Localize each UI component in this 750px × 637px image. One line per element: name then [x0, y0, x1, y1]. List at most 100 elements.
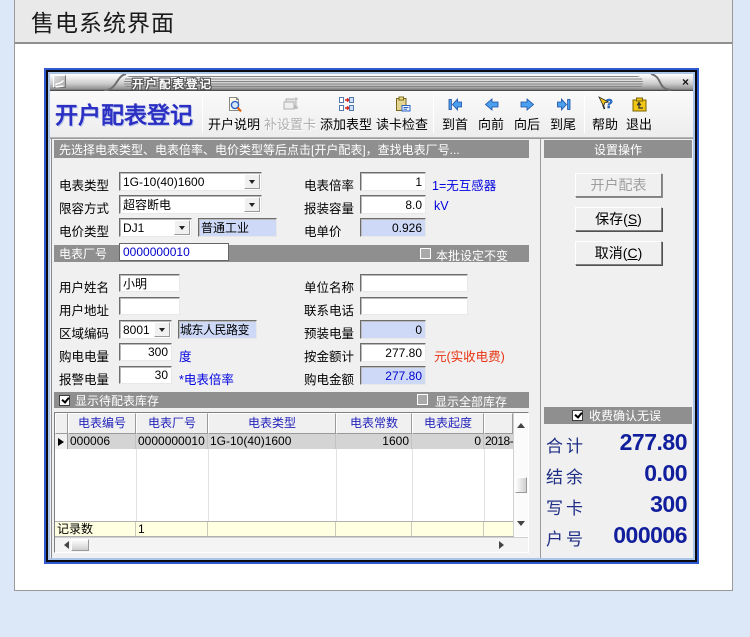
- grid-cell-start: 0: [412, 434, 484, 449]
- unit-price-field: 0.926: [360, 218, 426, 237]
- scroll-left-icon[interactable]: [60, 541, 69, 549]
- open-account-button-label: 开户配表: [591, 175, 647, 195]
- toolbar-heading: 开户配表登记: [50, 96, 199, 132]
- save-button[interactable]: 保存(S): [575, 207, 662, 231]
- meter-type-combo[interactable]: 1G-10(40)1600: [119, 172, 262, 191]
- grid-header-cell[interactable]: 电表类型: [208, 413, 336, 434]
- limit-mode-label: 限容方式: [59, 198, 109, 217]
- settings-bar-label: 设置操作: [594, 141, 642, 158]
- buy-amount-value: 277.80: [385, 369, 422, 383]
- scroll-down-icon[interactable]: [517, 521, 525, 530]
- by-amount-hint: 元(实收电费): [434, 346, 505, 365]
- capacity-input[interactable]: 8.0: [360, 195, 426, 214]
- area-name-field: 城东人民路变: [178, 320, 257, 339]
- open-account-button[interactable]: 开户配表: [575, 173, 662, 197]
- grid-footer-cell: [336, 522, 412, 536]
- by-amount-input[interactable]: 277.80: [360, 343, 426, 362]
- phone-label: 联系电话: [304, 300, 354, 319]
- scroll-up-icon[interactable]: [517, 419, 525, 428]
- chevron-down-icon[interactable]: [244, 197, 260, 212]
- grid-vertical-scrollbar[interactable]: [513, 413, 528, 536]
- toolbar-button-help[interactable]: ? 帮助: [588, 93, 622, 135]
- settings-bar: 设置操作: [544, 140, 692, 158]
- area-code-combo[interactable]: 8001: [119, 320, 172, 339]
- capacity-label: 报装容量: [304, 198, 354, 217]
- grid-header-cell[interactable]: 电表常数: [336, 413, 412, 434]
- toolbar-button-open-help[interactable]: 开户说明: [206, 93, 262, 135]
- grid-header-cell[interactable]: 电表起度: [412, 413, 484, 434]
- unit-name-input[interactable]: [360, 274, 468, 292]
- toolbar-button-add-meter-type[interactable]: 添加表型: [318, 93, 374, 135]
- toolbar-button-label: 向后: [514, 114, 540, 133]
- meter-type-label: 电表类型: [59, 175, 109, 194]
- factory-no-value: 0000000010: [123, 245, 190, 259]
- scroll-right-icon[interactable]: [499, 541, 508, 549]
- phone-input[interactable]: [360, 297, 468, 315]
- fee-confirm-checkbox[interactable]: [572, 410, 583, 421]
- toolbar-button-read-card-check[interactable]: 读卡检查: [374, 93, 430, 135]
- toolbar-button-first[interactable]: 到首: [437, 93, 473, 135]
- summary-row-total: 合计 277.80: [546, 429, 687, 453]
- summary-account-label: 户号: [546, 525, 586, 550]
- summary-card-value: 300: [650, 491, 687, 518]
- by-amount-value: 277.80: [385, 346, 422, 360]
- chevron-down-icon[interactable]: [154, 322, 170, 337]
- show-all-stock-checkbox[interactable]: [417, 394, 428, 405]
- user-addr-input[interactable]: [119, 297, 180, 315]
- price-type-name: 普通工业: [201, 219, 249, 236]
- summary-total-value: 277.80: [620, 429, 687, 456]
- grid-data-row[interactable]: 000006 0000000010 1G-10(40)1600 1600 0 2…: [55, 434, 514, 449]
- show-pending-stock-checkbox[interactable]: [59, 395, 70, 406]
- svg-text:?: ?: [605, 96, 613, 111]
- cancel-button-key: C: [627, 245, 637, 261]
- horizontal-scrollbar-thumb[interactable]: [71, 539, 89, 551]
- toolbar-button-prev[interactable]: 向前: [473, 93, 509, 135]
- grid-header-indicator: [55, 413, 68, 434]
- buy-qty-value: 300: [148, 345, 168, 359]
- toolbar-button-last[interactable]: 到尾: [545, 93, 581, 135]
- toolbar-button-setup-card[interactable]: 补设置卡: [262, 93, 318, 135]
- chevron-down-icon[interactable]: [244, 174, 260, 189]
- toolbar-button-next[interactable]: 向后: [509, 93, 545, 135]
- right-pane: 设置操作 开户配表 保存(S) 取消(C) 收费确认无误 合计 277.80 结…: [540, 139, 693, 558]
- cancel-button[interactable]: 取消(C): [575, 241, 662, 265]
- toolbar-button-label: 读卡检查: [376, 114, 428, 133]
- dialog-titlebar[interactable]: 开户配表登记 ×: [50, 74, 693, 91]
- grid-footer-cell: [484, 522, 512, 536]
- grid-row-indicator: [55, 434, 68, 449]
- batch-fixed-checkbox[interactable]: [420, 248, 431, 259]
- dialog-client-area: 先选择电表类型、电表倍率、电价类型等后点击[开户配表]，查找电表厂号... 电表…: [50, 138, 693, 558]
- grid-cell-meter-no: 000006: [68, 434, 136, 449]
- buy-amount-field: 277.80: [360, 366, 426, 385]
- grid-header-cell[interactable]: [484, 413, 513, 434]
- limit-mode-combo[interactable]: 超容断电: [119, 195, 262, 214]
- titlebar-swoosh-right: [643, 74, 673, 91]
- fee-confirm-label: 收费确认无误: [589, 407, 661, 424]
- factory-no-input[interactable]: 0000000010: [119, 243, 229, 261]
- meter-ratio-input[interactable]: 1: [360, 172, 426, 191]
- area-code-label: 区域编码: [59, 323, 109, 342]
- vertical-scrollbar-thumb[interactable]: [515, 477, 527, 493]
- toolbar-button-exit[interactable]: 退出: [622, 93, 656, 135]
- exit-icon: [631, 96, 648, 113]
- alarm-qty-input[interactable]: 30: [119, 366, 172, 384]
- toolbar-button-label: 补设置卡: [264, 114, 316, 133]
- meter-type-value: 1G-10(40)1600: [120, 175, 244, 189]
- cancel-button-label: 取消(: [595, 243, 628, 263]
- grid-header-cell[interactable]: 电表编号: [68, 413, 136, 434]
- buy-qty-input[interactable]: 300: [119, 343, 172, 361]
- toolbar-separator: [433, 95, 434, 133]
- user-name-input[interactable]: 小明: [119, 274, 180, 292]
- toolbar-separator: [202, 95, 203, 133]
- grid-horizontal-scrollbar[interactable]: [55, 537, 528, 552]
- preinstall-value: 0: [415, 323, 422, 337]
- summary-balance-label: 结余: [546, 463, 586, 488]
- grid-footer-count: 1: [136, 522, 208, 536]
- price-type-name-field: 普通工业: [198, 218, 277, 237]
- alarm-qty-label: 报警电量: [59, 369, 109, 388]
- chevron-down-icon[interactable]: [174, 220, 190, 235]
- close-icon[interactable]: ×: [679, 74, 692, 90]
- price-type-combo[interactable]: DJ1: [119, 218, 192, 237]
- grid-header-cell[interactable]: 电表厂号: [136, 413, 208, 434]
- instruction-text: 先选择电表类型、电表倍率、电价类型等后点击[开户配表]，查找电表厂号...: [59, 141, 460, 158]
